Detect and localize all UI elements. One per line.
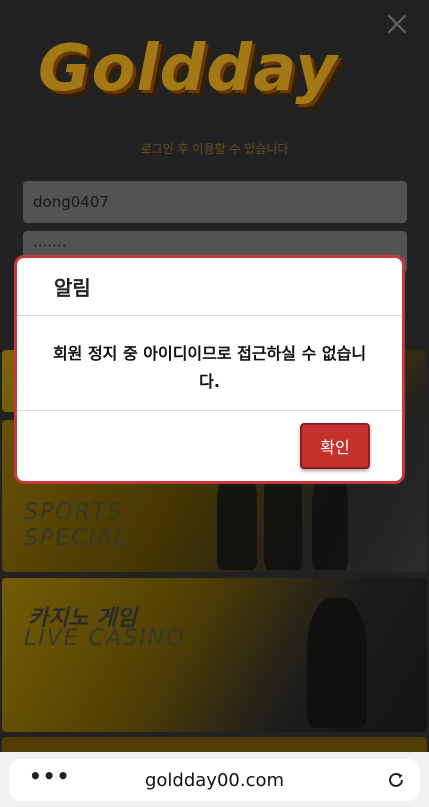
dialog-divider [17,410,402,411]
dialog-divider [17,315,402,316]
reload-icon[interactable] [386,770,406,790]
dialog-message: 회원 정지 중 아이디이므로 접근하실 수 없습니다. [52,344,367,391]
alert-dialog: 알림 회원 정지 중 아이디이므로 접근하실 수 없습니다. 확인 [14,255,405,484]
browser-toolbar: ••• goldday00.com [0,752,429,807]
dialog-title: 알림 [54,276,91,300]
address-bar[interactable]: ••• goldday00.com [9,759,420,801]
url-text[interactable]: goldday00.com [9,770,420,791]
confirm-button[interactable]: 확인 [300,423,370,469]
